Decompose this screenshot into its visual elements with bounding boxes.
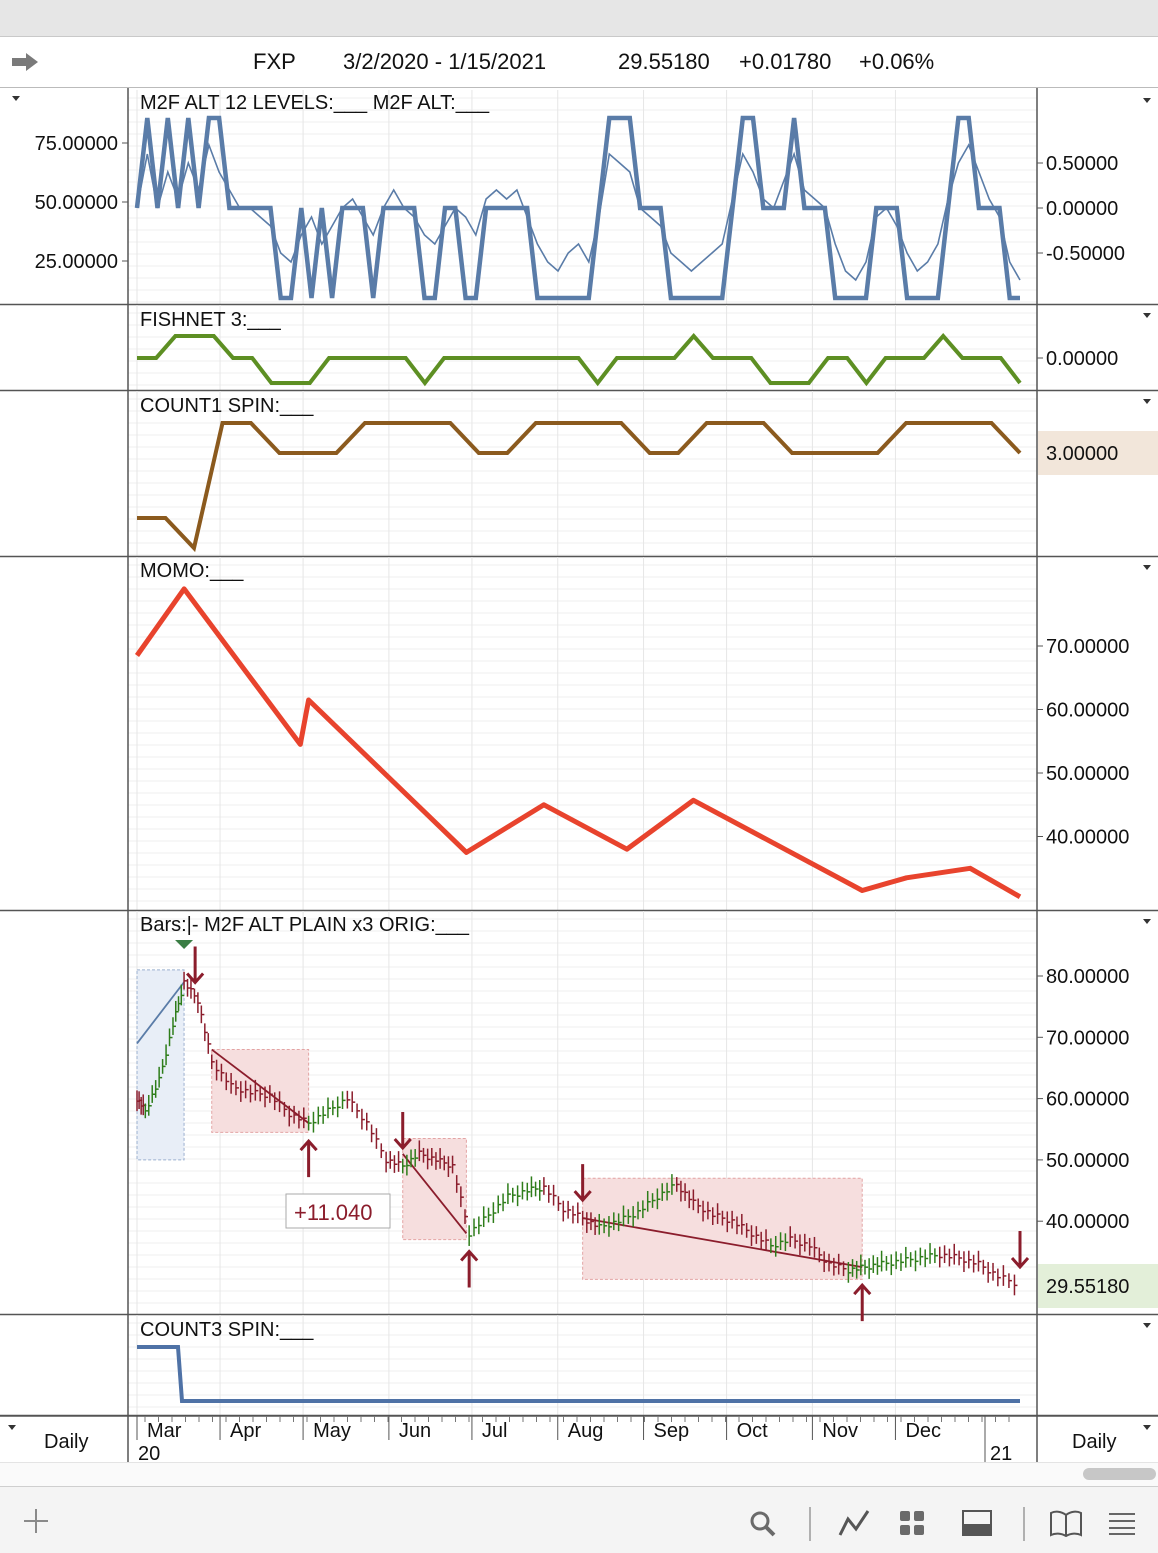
last-price-label: 29.55180 xyxy=(1046,1276,1129,1298)
horizontal-scrollbar[interactable] xyxy=(1083,1468,1156,1480)
top-marker-icon xyxy=(175,940,194,949)
price-tick-label: 50.00000 xyxy=(1046,1150,1129,1172)
date-range: 3/2/2020 - 1/15/2021 xyxy=(343,49,547,74)
sell-signal-arrow-icon xyxy=(393,1112,412,1151)
month-label: Dec xyxy=(905,1420,941,1442)
right-period-label: Daily xyxy=(1072,1431,1116,1453)
month-label: May xyxy=(313,1420,351,1442)
panel-menu-arrow-icon[interactable] xyxy=(1143,313,1151,318)
price-tick-label: 70.00000 xyxy=(1046,1027,1129,1049)
momo-tick-label: 60.00000 xyxy=(1046,700,1129,722)
panel-menu-arrow-icon[interactable] xyxy=(1143,399,1151,404)
search-icon[interactable] xyxy=(748,1509,778,1539)
layout-grid-icon[interactable] xyxy=(898,1509,926,1537)
price-tick-label: 40.00000 xyxy=(1046,1211,1129,1233)
panel-menu-arrow-icon[interactable] xyxy=(1143,98,1151,103)
m2f-right-tick-label: -0.50000 xyxy=(1046,243,1125,265)
chart-area: M2F ALT 12 LEVELS:___ M2F ALT:___ 75.0000… xyxy=(0,88,1158,1462)
horizontal-scroll-track[interactable] xyxy=(0,1462,1158,1487)
drawing-tool-icon[interactable] xyxy=(838,1507,872,1539)
m2f-left-tick-label: 25.00000 xyxy=(35,251,118,273)
regression-box xyxy=(582,1177,863,1280)
buy-signal-arrow-icon xyxy=(460,1249,479,1288)
m2f-left-tick-label: 75.00000 xyxy=(35,133,118,155)
forward-arrow-icon[interactable] xyxy=(10,51,40,73)
momo-tick-label: 70.00000 xyxy=(1046,636,1129,658)
left-period-label: Daily xyxy=(44,1431,88,1453)
sell-signal-arrow-icon xyxy=(1010,1230,1030,1270)
month-label: Jun xyxy=(399,1420,431,1442)
toolbar-divider xyxy=(809,1507,811,1541)
momo-line xyxy=(134,586,1022,899)
count3-panel-title: COUNT3 SPIN:___ xyxy=(140,1319,314,1341)
add-icon[interactable] xyxy=(22,1507,50,1535)
month-label: Sep xyxy=(654,1420,690,1442)
profit-annotation: +11.040 xyxy=(294,1200,373,1225)
m2f-right-tick-label: 0.50000 xyxy=(1046,153,1118,175)
year-label: 21 xyxy=(990,1443,1012,1462)
panel-menu-arrow-icon[interactable] xyxy=(1143,919,1151,924)
momo-tick-label: 50.00000 xyxy=(1046,763,1129,785)
fishnet-panel-title: FISHNET 3:___ xyxy=(140,309,282,331)
price-panel-title: Bars:|- M2F ALT PLAIN x3 ORIG:___ xyxy=(140,914,470,936)
regression-box xyxy=(136,969,185,1161)
count1-last-value: 3.00000 xyxy=(1046,443,1118,465)
left-panel-menu-arrow-icon[interactable] xyxy=(12,96,20,101)
bottom-toolbar xyxy=(0,1486,1158,1553)
count3-spin-line xyxy=(137,1345,1020,1403)
month-label: Aug xyxy=(568,1420,604,1442)
fishnet-line xyxy=(137,332,1022,387)
chart-header: FXP 3/2/2020 - 1/15/2021 29.55180 +0.017… xyxy=(0,37,1158,88)
sell-signal-arrow-icon xyxy=(186,946,205,985)
month-label: Apr xyxy=(230,1420,261,1442)
m2f-alt-12-levels-line xyxy=(134,115,1020,301)
year-label: 20 xyxy=(138,1443,160,1462)
book-icon[interactable] xyxy=(1049,1509,1083,1537)
momo-panel-title: MOMO:___ xyxy=(140,560,244,582)
month-label: Jul xyxy=(482,1420,508,1442)
price-tick-label: 80.00000 xyxy=(1046,966,1129,988)
toolbar-divider-2 xyxy=(1023,1507,1025,1541)
symbol: FXP xyxy=(253,49,296,74)
m2f-right-tick-label: 0.00000 xyxy=(1046,198,1118,220)
window-top-bar xyxy=(0,0,1158,37)
m2f-left-tick-label: 50.00000 xyxy=(35,192,118,214)
momo-tick-label: 40.00000 xyxy=(1046,827,1129,849)
right-period-menu-icon[interactable] xyxy=(1143,1425,1151,1430)
menu-icon[interactable] xyxy=(1107,1511,1137,1535)
month-label: Oct xyxy=(737,1420,769,1442)
price-change-pct: +0.06% xyxy=(859,49,935,74)
m2f-panel-title: M2F ALT 12 LEVELS:___ M2F ALT:___ xyxy=(140,92,490,114)
last-price: 29.55180 xyxy=(618,49,710,74)
month-label: Nov xyxy=(822,1420,858,1442)
count1-spin-line xyxy=(137,421,1022,553)
month-label: Mar xyxy=(147,1420,182,1442)
panel-menu-arrow-icon[interactable] xyxy=(1143,1323,1151,1328)
left-period-menu-icon[interactable] xyxy=(8,1425,16,1430)
panel-layout-icon[interactable] xyxy=(961,1509,993,1537)
price-tick-label: 60.00000 xyxy=(1046,1089,1129,1111)
count1-panel-title: COUNT1 SPIN:___ xyxy=(140,395,314,417)
fishnet-right-tick-label: 0.00000 xyxy=(1046,348,1118,370)
panel-menu-arrow-icon[interactable] xyxy=(1143,565,1151,570)
price-change: +0.01780 xyxy=(739,49,832,74)
